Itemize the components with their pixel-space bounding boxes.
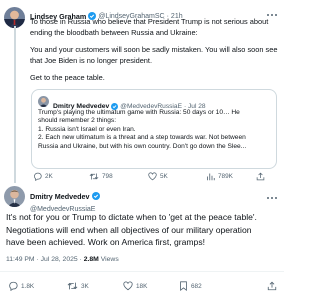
tweet2-body: It's not for you or Trump to dictate whe…: [6, 211, 282, 249]
tweet-text-line: It's not for you or Trump to dictate whe…: [6, 212, 257, 222]
views-total: 2.8M: [83, 256, 99, 263]
reply-count: 1.8K: [21, 282, 35, 290]
author-name[interactable]: Dmitry Medvedev: [30, 192, 90, 201]
quoted-tweet[interactable]: Dmitry Medvedev @MedvedevRussiaE · Jul 2…: [31, 89, 277, 169]
share-icon: [267, 281, 277, 291]
tweet2-metadata: 11:49 PM · Jul 28, 2025 · 2.8M Views: [6, 256, 119, 263]
tweet-text-line: ending the bloodbath between Russia and …: [30, 27, 198, 37]
reply-count: 2K: [45, 173, 53, 180]
tweet2-header: Dmitry Medvedev @MedvedevRussiaE: [30, 187, 102, 213]
bookmark-icon: [180, 281, 187, 291]
quote-text-line: 1. Russia isn't Israel or even Iran.: [38, 125, 136, 133]
divider: [0, 271, 284, 272]
like-button[interactable]: 5K: [148, 172, 206, 181]
views-button[interactable]: 789K: [206, 172, 256, 181]
tweet1-body: To those in Russia who believe that Pres…: [30, 17, 282, 84]
more-icon[interactable]: [266, 189, 278, 199]
like-button[interactable]: 18K: [123, 281, 179, 291]
repost-button[interactable]: 3K: [67, 281, 123, 291]
avatar-dmitry-medvedev[interactable]: [4, 186, 25, 207]
tweet-timestamp[interactable]: 11:49 PM · Jul 28, 2025 ·: [6, 256, 84, 263]
reply-button[interactable]: 1.8K: [8, 281, 67, 291]
share-button[interactable]: [256, 172, 268, 181]
quote-avatar: [38, 96, 49, 107]
like-count: 5K: [160, 173, 168, 180]
bookmark-count: 682: [191, 282, 202, 290]
views-icon: [207, 173, 215, 181]
tweet1-actions: 2K 798 5K 789K: [33, 172, 279, 181]
repost-icon: [89, 173, 99, 180]
tweet-text-line: that Joe Biden is no longer president.: [30, 55, 153, 65]
share-button[interactable]: [267, 281, 280, 291]
repost-count: 3K: [81, 282, 89, 290]
thread-connector-line: [13, 26, 16, 183]
views-label: Views: [98, 256, 119, 263]
avatar-lindsey-graham[interactable]: [4, 7, 25, 28]
tweet-text-line: Get to the peace table.: [30, 73, 105, 83]
like-icon: [123, 281, 133, 291]
reply-button[interactable]: 2K: [33, 172, 89, 181]
verified-icon: [91, 187, 100, 205]
bookmark-button[interactable]: 682: [179, 281, 231, 291]
tweet-text-line: Negotiations will end when all objective…: [6, 224, 252, 235]
share-icon: [256, 172, 265, 181]
tweet-text-line: You and your customers will soon be sadl…: [30, 45, 278, 55]
like-count: 18K: [136, 282, 148, 290]
quote-text-line: 2. Each new ultimatum is a threat and a …: [38, 134, 246, 142]
repost-icon: [67, 282, 78, 290]
tweet-text-line: To those in Russia who believe that Pres…: [30, 17, 269, 26]
views-count: 789K: [218, 173, 233, 180]
quote-body: Trump's playing the ultimatum game with …: [38, 109, 276, 151]
tweet2-actions: 1.8K 3K 18K 682: [8, 281, 280, 291]
reply-icon: [34, 172, 42, 181]
quote-text-line: Trump's playing the ultimatum game with …: [38, 109, 240, 116]
quote-text-line: should remember 2 things:: [38, 117, 117, 125]
quote-text-line: Russia and Ukraine, but with his own cou…: [38, 142, 247, 150]
repost-count: 798: [102, 173, 113, 180]
like-icon: [148, 172, 157, 181]
more-icon[interactable]: [266, 6, 278, 16]
reply-icon: [9, 281, 18, 291]
repost-button[interactable]: 798: [89, 172, 148, 181]
tweet-text-line: have been achieved. Work on America firs…: [6, 237, 206, 248]
